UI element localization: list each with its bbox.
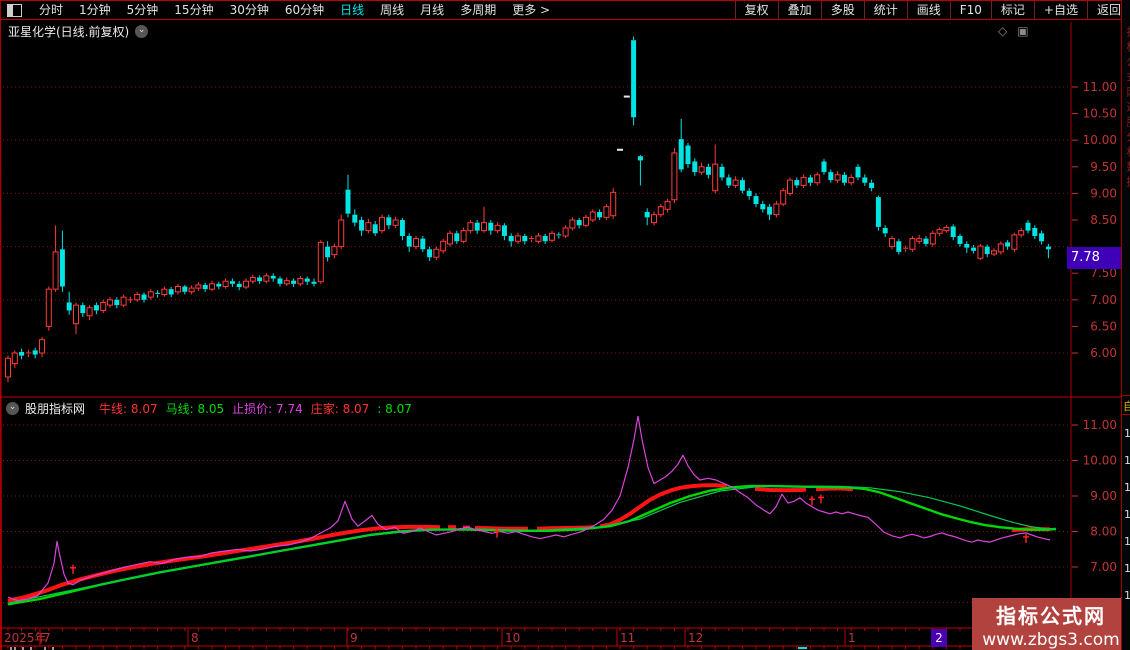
indicator-legend: 牛线: 8.07 马线: 8.05 止损价: 7.74 庄家: 8.07 : 8.07 <box>91 400 412 417</box>
price-label: 9.50 <box>1090 160 1117 174</box>
month-label: 9 <box>350 631 358 645</box>
legend-马线: 马线: 8.05 <box>165 402 225 416</box>
price-label: 6.00 <box>1090 346 1117 360</box>
watermark-logo: 指标公式网 www.zbgs3.com <box>972 598 1130 650</box>
legend-止损价: 止损价: 7.74 <box>232 402 303 416</box>
collapse-panel-icon[interactable]: ⌄ <box>6 402 19 415</box>
month-label: 7 <box>43 631 51 645</box>
price-label: 9.00 <box>1090 186 1117 200</box>
month-label: 10 <box>505 631 520 645</box>
price-label: 6.50 <box>1090 319 1117 333</box>
current-price-tag: 7.78 <box>1067 247 1122 269</box>
price-label: 10.50 <box>1083 107 1117 121</box>
indicator-chart-plot[interactable] <box>3 416 1071 627</box>
month-label: 8 <box>191 631 199 645</box>
month-label: 1 <box>848 631 856 645</box>
month-label: 11 <box>620 631 635 645</box>
legend-牛线: 牛线: 8.07 <box>99 402 158 416</box>
indicator-site-label: 股朋指标网 <box>25 402 86 416</box>
watermark-url: www.zbgs3.com <box>982 630 1120 650</box>
legend-庄家: 庄家: 8.07 <box>310 402 370 416</box>
main-chart-plot[interactable] <box>3 22 1071 396</box>
clipped-badge: 自 <box>1123 398 1130 414</box>
price-label: 9.00 <box>1090 489 1117 503</box>
current-month-tag: 2 <box>931 629 947 647</box>
price-label: 8.50 <box>1090 213 1117 227</box>
price-label: 11.00 <box>1083 80 1117 94</box>
price-label: 11.00 <box>1083 418 1117 432</box>
chart-canvas: 11.0010.5010.009.509.008.507.507.006.506… <box>0 0 1121 650</box>
price-label: 8.00 <box>1090 525 1117 539</box>
month-label: 12 <box>688 631 703 645</box>
clipped-vertical-text: 指标公式网选股分析数据 <box>1125 26 1130 191</box>
price-label: 10.00 <box>1083 133 1117 147</box>
price-label: 10.00 <box>1083 454 1117 468</box>
watermark-title: 指标公式网 <box>996 604 1106 628</box>
price-label: 7.00 <box>1090 293 1117 307</box>
indicator-header: ⌄ 股朋指标网 牛线: 8.07 马线: 8.05 止损价: 7.74 庄家: 8.0… <box>6 400 412 417</box>
legend-extra: : 8.07 <box>377 402 412 416</box>
app-window: 分时 1分钟 5分钟 15分钟 30分钟 60分钟 日线 周线 月线 多周期 更多 > 复权 叠加 多股… <box>0 0 1130 650</box>
price-label: 7.00 <box>1090 560 1117 574</box>
clipped-digits: 1111111 <box>1124 420 1130 609</box>
right-clipped-panel: 指标公式网选股分析数据 自 1111111 <box>1121 0 1130 650</box>
